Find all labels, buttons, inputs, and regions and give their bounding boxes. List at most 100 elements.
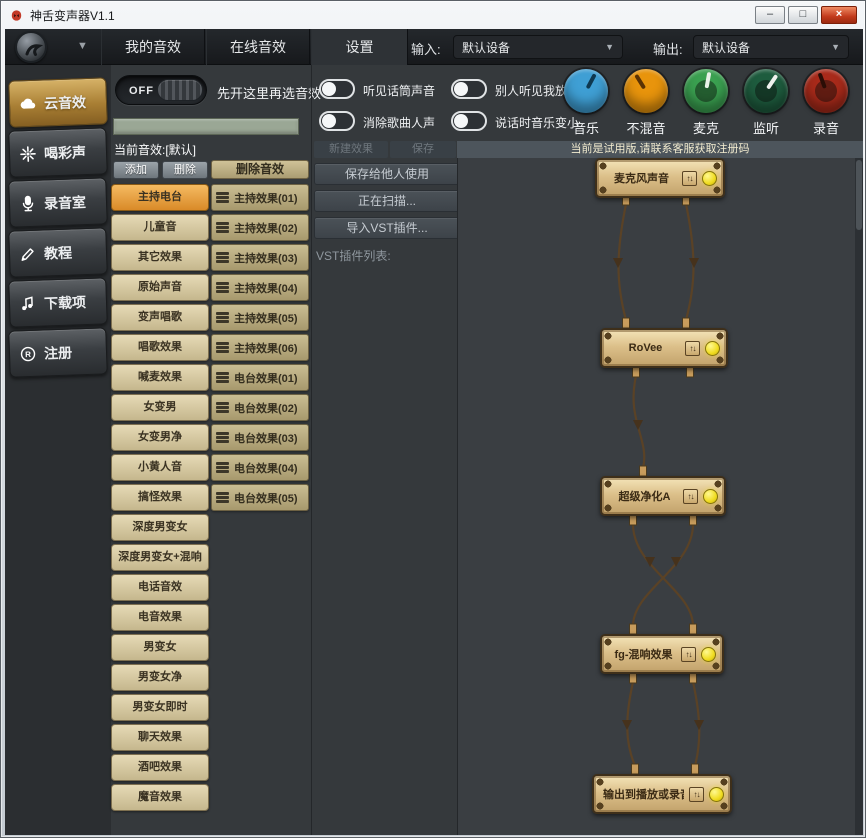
knob-dial[interactable] (684, 69, 728, 113)
import-vst-button[interactable]: 导入VST插件... (314, 217, 460, 239)
effect-item[interactable]: 主持效果(05) (211, 304, 309, 331)
effect-list: 主持效果(01) 主持效果(02) 主持效果(03) 主持效果(04) (211, 184, 309, 511)
preset-item[interactable]: 深度男变女+混响 (111, 544, 209, 571)
effect-item[interactable]: 电台效果(03) (211, 424, 309, 451)
graph-node[interactable]: fg-混响效果 ↑↓ (600, 634, 724, 674)
effect-item-label: 主持效果(06) (234, 340, 298, 356)
scanning-button[interactable]: 正在扫描... (314, 190, 460, 212)
effect-item[interactable]: 主持效果(06) (211, 334, 309, 361)
close-button[interactable]: × (821, 6, 857, 24)
input-device-select[interactable]: 默认设备 ▼ (453, 35, 623, 59)
effect-item[interactable]: 电台效果(05) (211, 484, 309, 511)
swap-arrows-icon[interactable]: ↑↓ (685, 341, 700, 356)
trial-notice: 当前是试用版,请联系客服获取注册码 (457, 141, 863, 158)
app-logo-button[interactable] (15, 31, 47, 63)
app-window: 神舌变声器V1.1 – □ × ▼ 我的音效 在线音效 设置 输入: 默认设备 … (0, 0, 866, 838)
sidebar-item-recording-studio[interactable]: 录音室 (8, 177, 108, 227)
delete-effect-header-button[interactable]: 删除音效 (211, 160, 309, 179)
master-switch-toggle[interactable]: OFF (115, 75, 207, 105)
preset-item[interactable]: 其它效果 (111, 244, 209, 271)
effect-item-label: 电台效果(04) (234, 460, 298, 476)
chevron-down-icon[interactable]: ▼ (77, 40, 88, 52)
preset-item[interactable]: 原始声音 (111, 274, 209, 301)
node-graph-panel: 麦克风声音 ↑↓ RoVee ↑↓ 超级净化A ↑↓ (457, 158, 863, 835)
output-device-select[interactable]: 默认设备 ▼ (693, 35, 849, 59)
window-controls: – □ × (755, 6, 857, 24)
knob-label: 监听 (738, 118, 794, 137)
minimize-button[interactable]: – (755, 6, 785, 24)
new-effect-button[interactable]: 新建效果 (314, 141, 388, 158)
preset-item[interactable]: 女变男 (111, 394, 209, 421)
preset-item[interactable]: 主持电台 (111, 184, 209, 211)
delete-preset-button[interactable]: 删除 (162, 161, 208, 179)
effect-item-label: 主持效果(03) (234, 250, 298, 266)
effect-item[interactable]: 主持效果(02) (211, 214, 309, 241)
preset-item[interactable]: 儿童音 (111, 214, 209, 241)
graph-node[interactable]: 麦克风声音 ↑↓ (595, 158, 725, 198)
knob-no-mix: 不混音 (618, 69, 674, 137)
preset-item[interactable]: 搞怪效果 (111, 484, 209, 511)
graph-scrollbar[interactable] (855, 158, 863, 835)
titlebar: 神舌变声器V1.1 – □ × (1, 1, 865, 29)
swap-arrows-icon[interactable]: ↑↓ (682, 171, 697, 186)
svg-text:R: R (25, 349, 31, 358)
sidebar-item-register[interactable]: R 注册 (8, 327, 108, 377)
preset-item[interactable]: 电话音效 (111, 574, 209, 601)
effect-item[interactable]: 主持效果(01) (211, 184, 309, 211)
cloud-icon (19, 94, 38, 113)
swap-arrows-icon[interactable]: ↑↓ (683, 489, 698, 504)
preset-item[interactable]: 小黄人音 (111, 454, 209, 481)
sidebar-item-cheers[interactable]: 喝彩声 (8, 127, 108, 177)
effect-item-label: 电台效果(05) (234, 490, 298, 506)
effect-item[interactable]: 主持效果(03) (211, 244, 309, 271)
swap-arrows-icon[interactable]: ↑↓ (681, 647, 696, 662)
knob-dial[interactable] (624, 69, 668, 113)
effect-item[interactable]: 主持效果(04) (211, 274, 309, 301)
tab-online-effects[interactable]: 在线音效 (206, 29, 310, 65)
add-preset-button[interactable]: 添加 (113, 161, 159, 179)
effect-item[interactable]: 电台效果(01) (211, 364, 309, 391)
knob-dial[interactable] (564, 69, 608, 113)
layers-icon (216, 252, 230, 264)
tab-my-effects[interactable]: 我的音效 (101, 29, 205, 65)
sidebar-item-downloads[interactable]: 下载项 (8, 277, 108, 327)
tab-settings[interactable]: 设置 (311, 29, 408, 65)
preset-item[interactable]: 魔音效果 (111, 784, 209, 811)
knob-dial[interactable] (744, 69, 788, 113)
node-label: fg-混响效果 (611, 646, 676, 662)
graph-node[interactable]: 输出到播放或录音 ↑↓ (592, 774, 732, 814)
window-title: 神舌变声器V1.1 (30, 7, 115, 24)
sidebar-item-cloud-effects[interactable]: 云音效 (8, 77, 108, 127)
graph-node[interactable]: 超级净化A ↑↓ (600, 476, 726, 516)
preset-item[interactable]: 女变男净 (111, 424, 209, 451)
save-for-others-button[interactable]: 保存给他人使用 (314, 163, 460, 185)
preset-item[interactable]: 喊麦效果 (111, 364, 209, 391)
knob-mic: 麦克 (678, 69, 734, 137)
preset-item[interactable]: 男变女净 (111, 664, 209, 691)
maximize-button[interactable]: □ (788, 6, 818, 24)
preset-item[interactable]: 变声唱歌 (111, 304, 209, 331)
preset-item[interactable]: 电音效果 (111, 604, 209, 631)
preset-item[interactable]: 聊天效果 (111, 724, 209, 751)
node-label: 超级净化A (611, 488, 678, 504)
graph-scrollbar-thumb[interactable] (856, 160, 862, 230)
input-label: 输入: (411, 39, 441, 58)
effect-item[interactable]: 电台效果(04) (211, 454, 309, 481)
layers-icon (216, 432, 230, 444)
vst-panel: 新建效果 保存 保存给他人使用 正在扫描... 导入VST插件... VST插件… (311, 65, 457, 835)
save-button[interactable]: 保存 (390, 141, 456, 158)
preset-item[interactable]: 深度男变女 (111, 514, 209, 541)
preset-item[interactable]: 男变女 (111, 634, 209, 661)
sidebar-item-tutorial[interactable]: 教程 (8, 227, 108, 277)
preset-item[interactable]: 唱歌效果 (111, 334, 209, 361)
vst-list-label: VST插件列表: (316, 247, 391, 264)
knob-dial[interactable] (804, 69, 848, 113)
preset-item[interactable]: 男变女即时 (111, 694, 209, 721)
sidebar: 云音效 喝彩声 录音室 (5, 65, 111, 835)
swap-arrows-icon[interactable]: ↑↓ (689, 787, 704, 802)
node-label: 输出到播放或录音 (603, 786, 684, 802)
graph-node[interactable]: RoVee ↑↓ (600, 328, 728, 368)
effect-item[interactable]: 电台效果(02) (211, 394, 309, 421)
preset-item[interactable]: 酒吧效果 (111, 754, 209, 781)
sidebar-item-label: 教程 (44, 242, 73, 263)
